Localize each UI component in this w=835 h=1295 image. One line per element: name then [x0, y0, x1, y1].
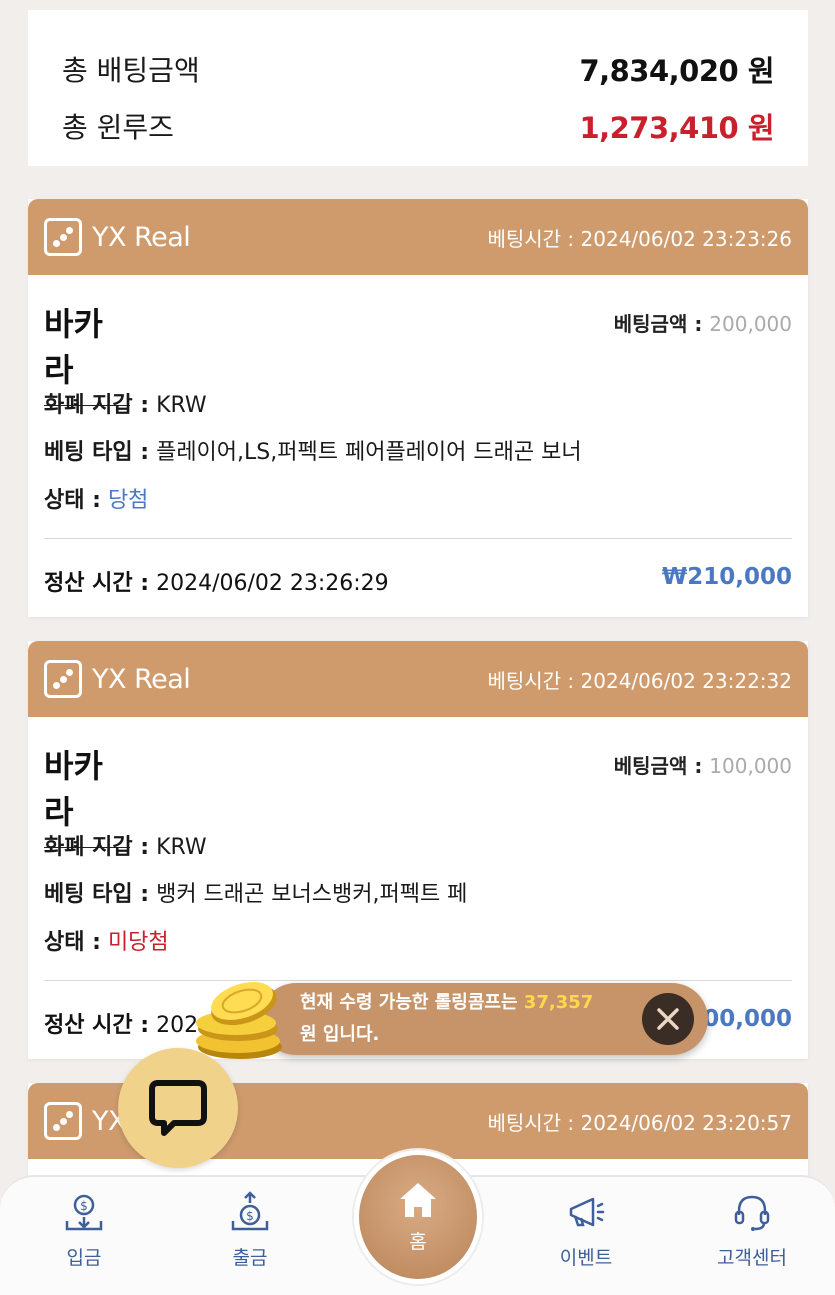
provider-brand: YX Real	[44, 218, 191, 256]
coins-icon	[196, 982, 282, 1059]
total-winloss-row: 총 윈루즈 1,273,410 원	[62, 105, 774, 147]
total-bet-value: 7,834,020 원	[579, 54, 774, 88]
status-row: 상태 : 미당첨	[44, 924, 169, 956]
bet-card-header: YX Real 베팅시간 : 2024/06/02 23:23:26	[28, 199, 808, 275]
provider-brand: YX	[44, 1102, 127, 1140]
bet-type-row: 베팅 타입 : 플레이어,LS,퍼펙트 페어플레이어 드래곤 보너	[44, 434, 582, 466]
divider	[44, 538, 792, 539]
provider-name: YX Real	[92, 221, 191, 253]
nav-event-label: 이벤트	[559, 1247, 613, 1269]
total-bet-row: 총 배팅금액 7,834,020 원	[62, 48, 774, 90]
bet-amount: 베팅금액 : 200,000	[614, 308, 792, 337]
total-bet-label: 총 배팅금액	[62, 54, 200, 87]
dice-icon	[44, 1102, 82, 1140]
deposit-icon: $	[65, 1194, 103, 1231]
provider-brand: YX Real	[44, 660, 191, 698]
status-row: 상태 : 당첨	[44, 482, 148, 514]
wallet-label: 화폐 지갑 :	[44, 393, 150, 418]
bet-amount-value: 100,000	[709, 754, 792, 778]
settle-label: 정산 시간 :	[44, 1013, 150, 1038]
settle-row: 정산 시간 : 2024/06/02 23:26:29	[44, 565, 389, 597]
dice-icon	[44, 218, 82, 256]
divider	[44, 980, 792, 981]
bet-time-label: 베팅시간 :	[487, 668, 575, 693]
settle-time: 2024/06/02 23:26:29	[156, 571, 389, 596]
bet-amount: 베팅금액 : 100,000	[614, 750, 792, 779]
bet-type-label: 베팅 타입 :	[44, 440, 150, 465]
withdraw-icon: $	[231, 1191, 269, 1231]
bet-amount-value: 200,000	[709, 312, 792, 336]
nav-support[interactable]: 고객센터	[692, 1191, 812, 1270]
svg-text:$: $	[246, 1209, 254, 1223]
nav-deposit-label: 입금	[66, 1247, 102, 1269]
provider-name: YX Real	[92, 663, 191, 695]
wallet-row: 화폐 지갑 : KRW	[44, 829, 207, 861]
nav-event[interactable]: 이벤트	[526, 1191, 646, 1270]
bet-type-value: 뱅커 드래곤 보너스뱅커,퍼펙트 페	[156, 882, 468, 907]
nav-withdraw[interactable]: $ 출금	[190, 1191, 310, 1270]
nav-support-label: 고객센터	[717, 1247, 787, 1269]
rolling-comp-toast[interactable]: 현재 수령 가능한 롤링콤프는 37,357 원 입니다.	[260, 983, 708, 1055]
svg-text:$: $	[80, 1199, 88, 1213]
summary-panel: 총 배팅금액 7,834,020 원 총 윈루즈 1,273,410 원	[28, 10, 808, 166]
bet-time-value: 2024/06/02 23:22:32	[580, 668, 792, 693]
home-icon	[400, 1182, 436, 1217]
toast-amount: 37,357	[523, 992, 594, 1013]
wallet-row: 화폐 지갑 : KRW	[44, 387, 207, 419]
total-winloss-value: 1,273,410 원	[579, 111, 774, 145]
bet-card-header: YX Real 베팅시간 : 2024/06/02 23:22:32	[28, 641, 808, 717]
bet-time-value: 2024/06/02 23:23:26	[580, 226, 792, 251]
bet-amount-label: 베팅금액 :	[613, 754, 703, 778]
bet-time-label: 베팅시간 :	[487, 1110, 575, 1135]
megaphone-icon	[569, 1197, 605, 1227]
bet-amount-label: 베팅금액 :	[613, 312, 703, 336]
payout-amount: ₩210,000	[661, 564, 792, 590]
status-badge: 당첨	[107, 488, 149, 513]
bet-time: 베팅시간 : 2024/06/02 23:23:26	[487, 223, 792, 252]
bet-type-value: 플레이어,LS,퍼펙트 페어플레이어 드래곤 보너	[156, 440, 582, 465]
status-label: 상태 :	[44, 930, 101, 955]
bet-time: 베팅시간 : 2024/06/02 23:20:57	[487, 1107, 792, 1136]
settle-row: 정산 시간 : 202	[44, 1007, 198, 1039]
nav-withdraw-label: 출금	[232, 1247, 268, 1269]
status-label: 상태 :	[44, 488, 101, 513]
bet-time-value: 2024/06/02 23:20:57	[580, 1110, 792, 1135]
bet-type-label: 베팅 타입 :	[44, 882, 150, 907]
wallet-value: KRW	[156, 835, 207, 860]
settle-label: 정산 시간 :	[44, 571, 150, 596]
bet-type-row: 베팅 타입 : 뱅커 드래곤 보너스뱅커,퍼펙트 페	[44, 876, 467, 908]
dice-icon	[44, 660, 82, 698]
status-badge: 미당첨	[107, 930, 169, 955]
chat-button[interactable]	[118, 1048, 238, 1168]
nav-home-button[interactable]: 홈	[354, 1150, 482, 1284]
total-winloss-label: 총 윈루즈	[62, 111, 174, 144]
nav-deposit[interactable]: $ 입금	[24, 1191, 144, 1270]
chat-bubble-icon	[149, 1080, 207, 1136]
bet-card[interactable]: YX Real 베팅시간 : 2024/06/02 23:23:26 바카라 베…	[28, 199, 808, 617]
wallet-label: 화폐 지갑 :	[44, 835, 150, 860]
close-icon	[657, 1008, 679, 1030]
bet-time: 베팅시간 : 2024/06/02 23:22:32	[487, 665, 792, 694]
bet-time-label: 베팅시간 :	[487, 226, 575, 251]
nav-home-label: 홈	[409, 1230, 427, 1253]
toast-text: 현재 수령 가능한 롤링콤프는	[300, 992, 524, 1013]
bet-card-body: 바카라 베팅금액 : 200,000 화폐 지갑 : KRW 베팅 타입 : 플…	[28, 275, 808, 617]
toast-close-button[interactable]	[642, 993, 694, 1045]
wallet-value: KRW	[156, 393, 207, 418]
headset-icon	[734, 1195, 770, 1231]
